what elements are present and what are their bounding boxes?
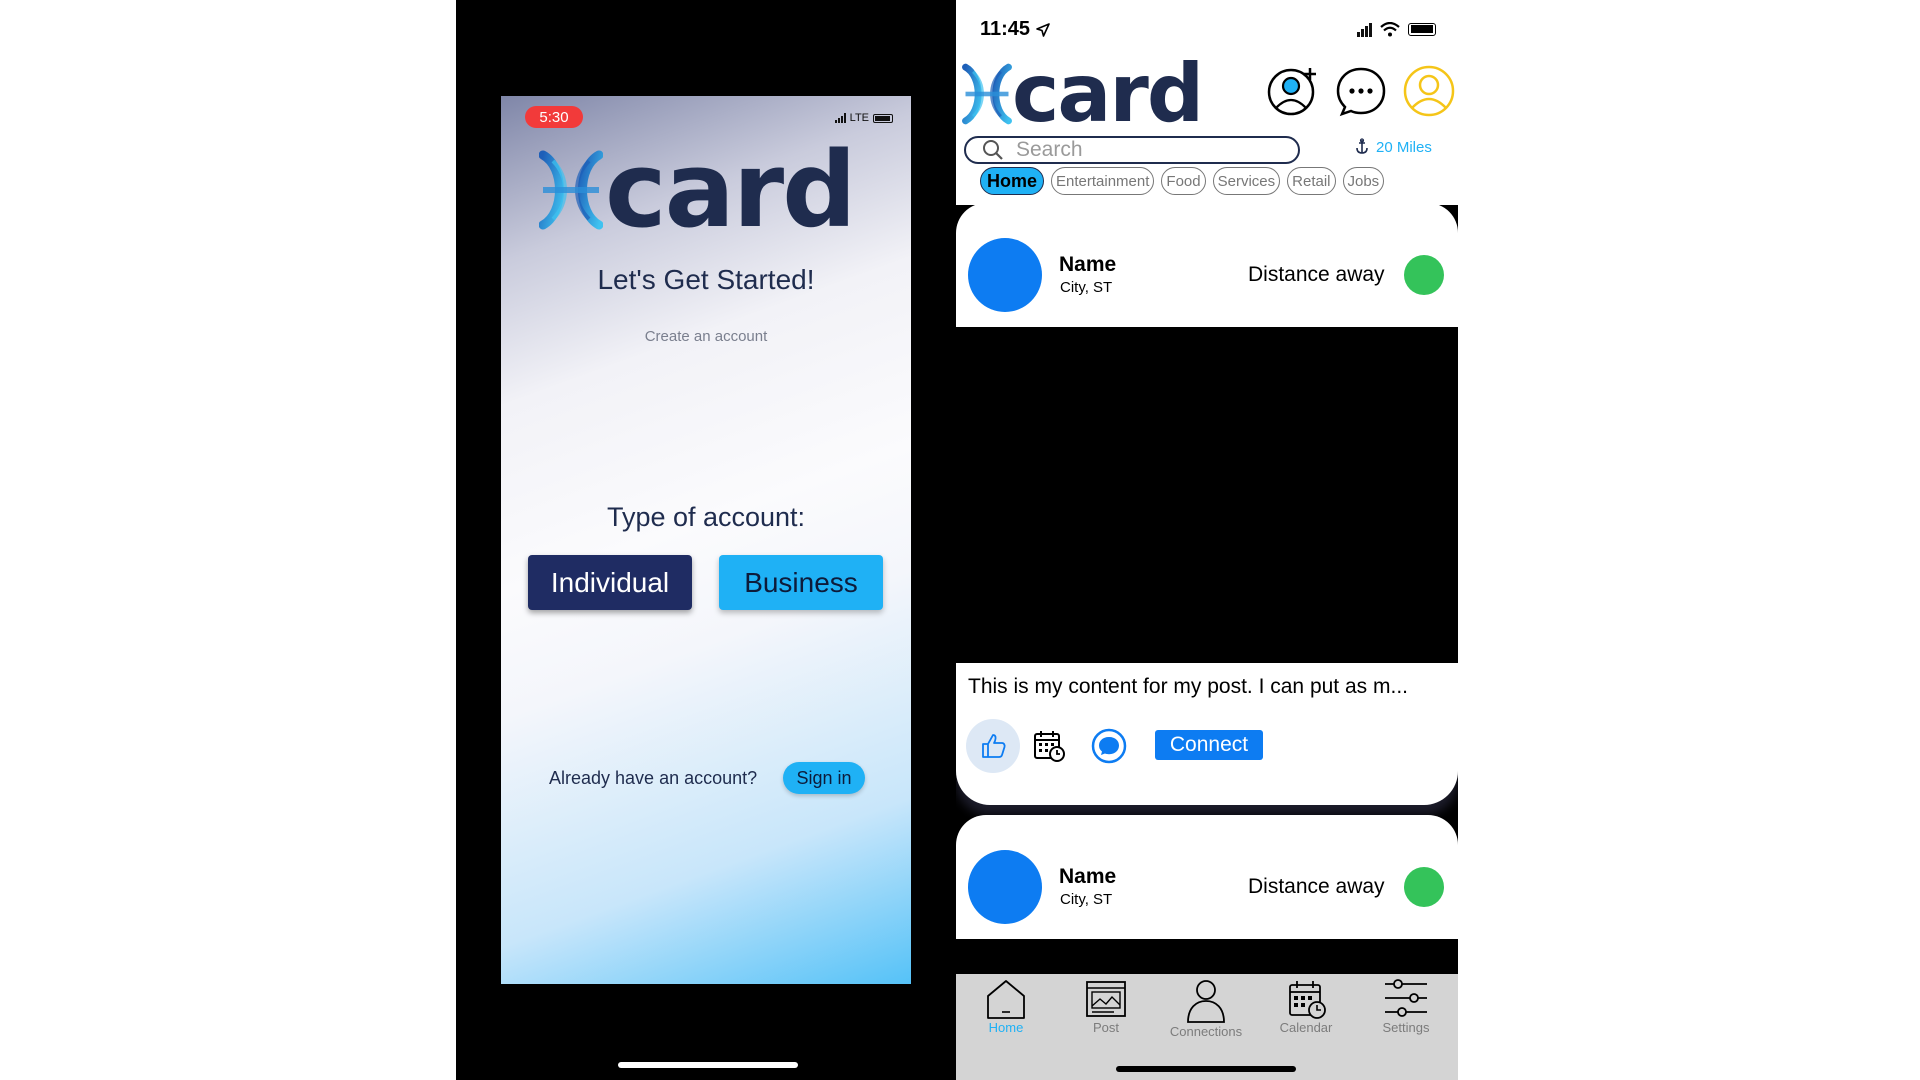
- tabbar-post[interactable]: Post: [1056, 974, 1156, 1035]
- already-account-text: Already have an account?: [549, 768, 758, 788]
- feed-header: 11:45 card Search 20 Miles Home Entertai…: [956, 0, 1458, 205]
- poster-city: City, ST: [1060, 891, 1113, 908]
- post-icon: [1086, 981, 1126, 1017]
- distance-label: Distance away: [1248, 875, 1385, 898]
- profile-icon[interactable]: [1402, 64, 1456, 118]
- tab-services[interactable]: Services: [1212, 167, 1281, 195]
- connect-button[interactable]: Connect: [1155, 730, 1263, 760]
- page-title: Let's Get Started!: [597, 264, 815, 295]
- signal-icon: [1357, 22, 1372, 37]
- distance-filter-label: 20 Miles: [1376, 138, 1432, 156]
- tab-home[interactable]: Home: [980, 167, 1045, 195]
- signal-icon: [834, 113, 846, 123]
- x-mark-icon: [539, 150, 603, 230]
- category-tabs: Home Entertainment Food Services Retail …: [980, 167, 1385, 195]
- distance-label: Distance away: [1248, 263, 1385, 286]
- page-subtitle: Create an account: [644, 328, 768, 345]
- avatar[interactable]: [968, 238, 1042, 312]
- status-dot: [1404, 867, 1444, 907]
- tab-entertainment[interactable]: Entertainment: [1051, 167, 1155, 195]
- sign-in-button[interactable]: Sign in: [783, 762, 865, 794]
- sliders-icon: [1385, 979, 1427, 1017]
- tabbar-home-label: Home: [988, 1020, 1024, 1035]
- calendar-icon: [1289, 981, 1326, 1019]
- tab-food[interactable]: Food: [1161, 167, 1206, 195]
- tabbar-post-label: Post: [1092, 1020, 1119, 1035]
- poster-city: City, ST: [1060, 279, 1113, 296]
- post-content: This is my content for my post. I can pu…: [968, 675, 1408, 698]
- tabbar-connections[interactable]: Connections: [1156, 974, 1256, 1039]
- tabbar-home[interactable]: Home: [956, 974, 1056, 1035]
- status-dot: [1404, 255, 1444, 295]
- post-card-header[interactable]: Name City, ST Distance away: [956, 203, 1458, 327]
- distance-filter[interactable]: 20 Miles: [1354, 138, 1432, 156]
- person-icon: [1187, 980, 1225, 1023]
- search-input[interactable]: [1014, 137, 1274, 163]
- post-card-header[interactable]: Name City, ST Distance away: [956, 815, 1458, 939]
- tabbar-settings[interactable]: Settings: [1356, 974, 1456, 1035]
- anchor-icon: [1356, 138, 1368, 154]
- poster-name: Name: [1059, 865, 1117, 888]
- logo-wordmark: card: [1012, 47, 1204, 140]
- battery-icon: [873, 113, 893, 123]
- signup-screen: 5:30 LTE card Let's Get Started! Create …: [501, 96, 911, 984]
- tab-retail[interactable]: Retail: [1287, 167, 1336, 195]
- search-icon: [983, 140, 1003, 160]
- right-phone-frame: 11:45 card Search 20 Miles Home Entertai…: [956, 0, 1458, 1080]
- bottom-tab-bar: Home Post Connections Calendar Settings: [956, 974, 1458, 1080]
- battery-icon: [1408, 23, 1436, 36]
- home-indicator[interactable]: [1116, 1066, 1296, 1072]
- account-type-label: Type of account:: [606, 502, 806, 532]
- chat-icon[interactable]: [1334, 64, 1388, 118]
- left-phone-frame: 5:30 LTE card Let's Get Started! Create …: [456, 0, 956, 1080]
- tabbar-connections-label: Connections: [1169, 1024, 1243, 1039]
- status-time: 5:30: [525, 106, 583, 128]
- avatar[interactable]: [968, 850, 1042, 924]
- add-contact-icon[interactable]: [1266, 64, 1320, 118]
- business-button[interactable]: Business: [719, 555, 883, 610]
- status-bar-icons: [1357, 22, 1436, 37]
- individual-button[interactable]: Individual: [528, 555, 692, 610]
- status-bar-icons: LTE: [834, 112, 893, 124]
- tabbar-calendar-label: Calendar: [1279, 1020, 1333, 1035]
- tabbar-settings-label: Settings: [1382, 1020, 1430, 1035]
- home-indicator[interactable]: [618, 1062, 798, 1068]
- home-icon: [987, 980, 1025, 1019]
- comment-icon[interactable]: [1082, 719, 1136, 773]
- poster-name: Name: [1059, 253, 1117, 276]
- like-icon[interactable]: [966, 719, 1020, 773]
- xcard-logo: card: [539, 129, 857, 251]
- calendar-icon[interactable]: [1022, 719, 1076, 773]
- xcard-logo: card: [962, 47, 1204, 140]
- search-bar[interactable]: [964, 136, 1300, 164]
- post-card-body: This is my content for my post. I can pu…: [956, 663, 1458, 805]
- logo-wordmark: card: [605, 129, 857, 251]
- tab-jobs[interactable]: Jobs: [1342, 167, 1385, 195]
- x-mark-icon: [962, 63, 1012, 125]
- location-arrow-icon: [1036, 22, 1050, 37]
- network-label: LTE: [849, 112, 869, 124]
- wifi-icon: [1380, 22, 1400, 37]
- tabbar-calendar[interactable]: Calendar: [1256, 974, 1356, 1035]
- status-time: 11:45: [980, 18, 1050, 41]
- status-time-text: 11:45: [980, 18, 1031, 40]
